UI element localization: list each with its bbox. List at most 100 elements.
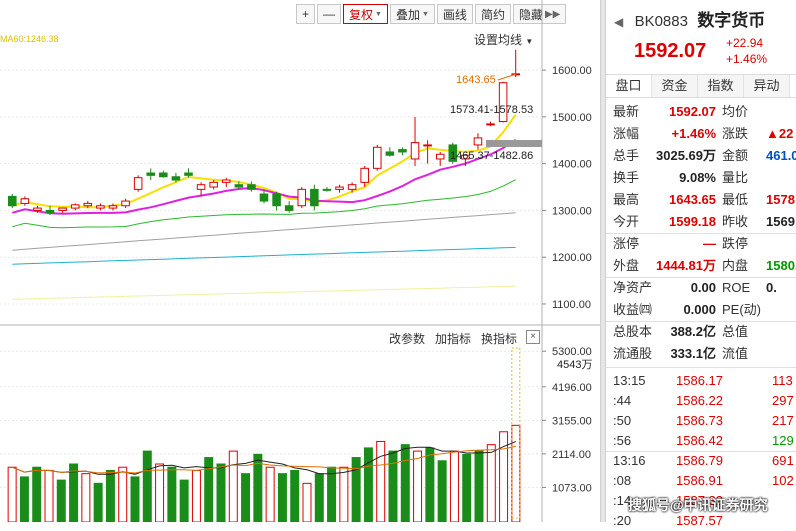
candle-body — [209, 181, 218, 188]
quote-value: 1643.65 — [669, 192, 716, 207]
quote-value: 0.00 — [690, 280, 716, 295]
quote-panel: ◀ BK0883 数字货币 1592.07 +22.94 +1.46% 盘口 资… — [606, 0, 796, 528]
volume-bar — [277, 473, 287, 522]
price-tick-label: 1600.00 — [552, 65, 592, 77]
tab-yidong[interactable]: 异动 — [744, 75, 790, 97]
quote-label: 换手 — [613, 170, 640, 185]
quote-row: 换手 9.08% 量比 — [606, 167, 796, 189]
quote-label: 涨幅 — [613, 126, 640, 141]
stock-name: 数字货币 — [697, 11, 766, 30]
high-annotation: 1643.65 — [456, 74, 496, 86]
candle-body — [146, 172, 156, 176]
back-arrow-icon[interactable]: ◀ — [614, 15, 623, 29]
candle-body — [45, 209, 55, 214]
switch-indicator-button[interactable]: 换指标 — [481, 330, 517, 347]
volume-bar — [511, 424, 521, 522]
volume-bar — [32, 466, 42, 522]
volume-bar — [167, 466, 177, 522]
price-tick-label: 1400.00 — [552, 159, 592, 171]
ma30-line — [12, 212, 516, 251]
volume-bar — [142, 450, 152, 522]
volume-bar — [327, 466, 337, 522]
quote-label: 均价 — [722, 104, 749, 119]
tick-price: 1586.79 — [676, 453, 723, 468]
volume-bar — [105, 469, 115, 522]
quote-value: 1580.8 — [766, 258, 796, 273]
quote-value: 1569 — [766, 214, 795, 229]
quote-value: ▲22 — [766, 126, 794, 141]
volume-bar — [363, 447, 373, 522]
stock-header: ◀ BK0883 数字货币 — [614, 6, 796, 31]
candle-body — [284, 205, 294, 211]
quote-label: 金额 — [722, 148, 749, 163]
candle-body — [398, 149, 407, 153]
candle-body — [310, 188, 319, 207]
quote-label: 流值 — [722, 346, 749, 361]
quote-label: 总值 — [722, 324, 749, 339]
add-indicator-button[interactable]: 加指标 — [435, 330, 471, 347]
volume-bar — [388, 450, 398, 522]
quote-value: 0. — [766, 280, 777, 295]
quote-label: 流通股 — [613, 346, 653, 361]
tick-volume: 129 — [772, 433, 794, 448]
tick-row: :56 1586.42 129 — [606, 431, 796, 451]
quote-row: 最新 1592.07 均价 — [606, 101, 796, 123]
quote-label: 涨跌 — [722, 126, 749, 141]
tick-volume: 297 — [772, 393, 794, 408]
volume-bar — [56, 479, 66, 522]
volume-bar — [351, 457, 361, 522]
tab-pankou[interactable]: 盘口 — [606, 75, 652, 97]
volume-bar — [265, 466, 275, 522]
tab-zhishu[interactable]: 指数 — [698, 75, 744, 97]
volume-bar — [425, 447, 435, 522]
volume-bar — [437, 460, 447, 522]
quote-label: 净资产 — [613, 280, 653, 295]
close-indicator-button[interactable]: × — [526, 330, 540, 344]
candlestick-chart[interactable]: 1600.00 1500.00 1400.00 1300.00 1200.00 1100.… — [0, 0, 600, 522]
volume-bar — [449, 450, 459, 522]
tick-row: 13:16 1586.79 691 — [606, 451, 796, 471]
watermark: 搜狐号@中讯证券研究 — [628, 497, 768, 513]
quote-value: 1578 — [766, 192, 795, 207]
quote-label: PE(动) — [722, 302, 762, 317]
candle-body — [360, 167, 369, 183]
volume-tick-label: 5300.00 — [552, 346, 592, 358]
quote-value: 1599.18 — [669, 214, 716, 229]
tick-time: :44 — [613, 393, 632, 408]
tick-row: :08 1586.91 102 — [606, 471, 796, 491]
volume-tick-label: 3155.00 — [552, 415, 592, 427]
candle-body — [435, 153, 445, 160]
candle-body — [108, 205, 118, 209]
price-tick-label: 1200.00 — [552, 252, 592, 264]
candle-body — [385, 151, 395, 156]
price-tick-label: 1500.00 — [552, 112, 592, 124]
quote-row: 最高 1643.65 最低 1578 — [606, 189, 796, 211]
candle-body — [322, 188, 332, 191]
quote-value: 388.2亿 — [670, 324, 716, 339]
volume-bar — [376, 440, 386, 522]
volume-bar — [216, 463, 226, 522]
price-annotation: 1465.37-1482.86 — [450, 150, 533, 162]
volume-bar — [81, 473, 91, 522]
volume-bar — [413, 450, 423, 522]
indicator-controls: 改参数 加指标 换指标 — [389, 330, 517, 347]
candle-body — [70, 204, 80, 209]
volume-bar — [400, 444, 410, 522]
tick-volume: 691 — [772, 453, 794, 468]
candle-body — [33, 207, 42, 211]
volume-bar — [228, 450, 238, 522]
candle-body — [8, 195, 17, 207]
tab-zijin[interactable]: 资金 — [652, 75, 698, 97]
tick-volume: 217 — [772, 413, 794, 428]
quote-value: 1592.07 — [669, 104, 716, 119]
price-change: +22.94 +1.46% — [726, 35, 767, 67]
tick-time: 13:16 — [613, 453, 646, 468]
candle-body — [20, 198, 30, 204]
volume-bar — [155, 463, 165, 522]
change-params-button[interactable]: 改参数 — [389, 330, 425, 347]
volume-bar — [339, 466, 349, 522]
quote-label: 总手 — [613, 148, 640, 163]
candle-body — [196, 184, 206, 190]
ma120-line — [12, 285, 516, 300]
tick-price: 1586.91 — [676, 473, 723, 488]
